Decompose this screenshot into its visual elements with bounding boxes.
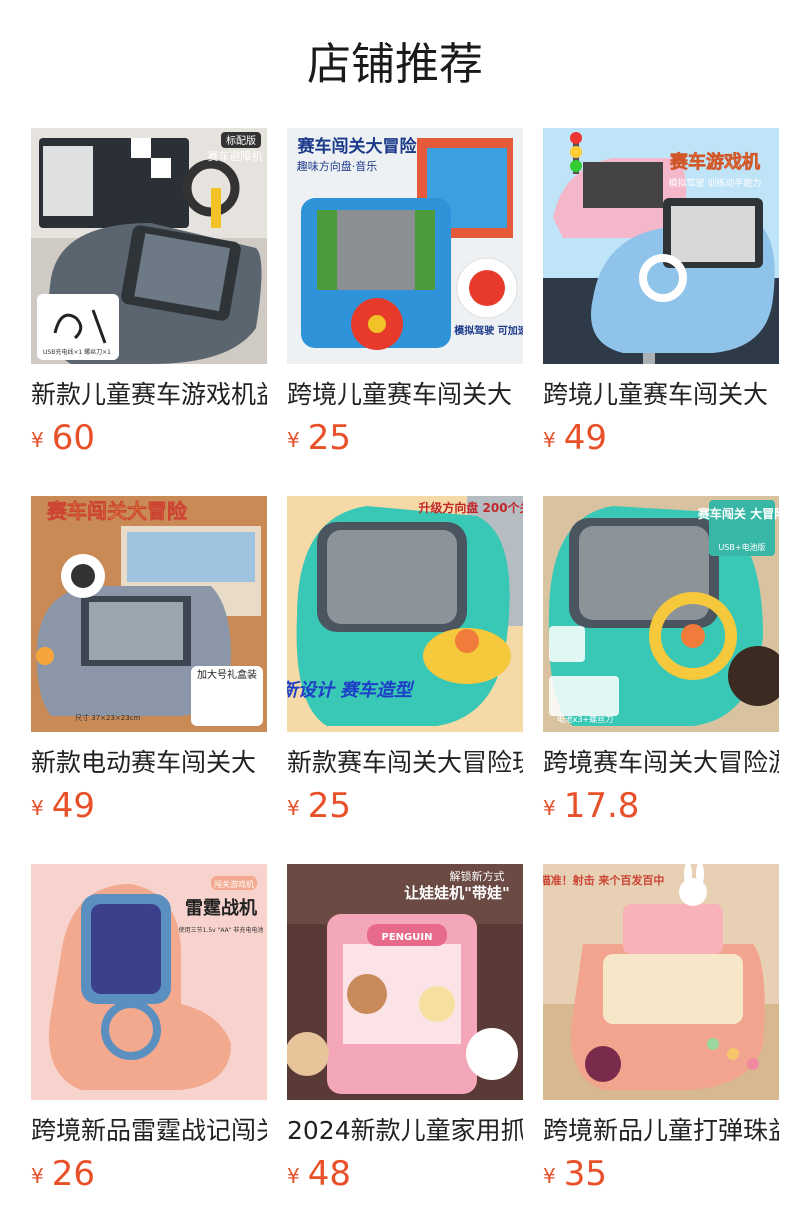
product-subtitle: 模拟驾驶 训练动手能力 — [669, 177, 762, 189]
currency-symbol: ¥ — [543, 796, 556, 820]
product-card[interactable]: 解锁新方式 让娃娃机"带娃" PENGUIN 2024新款儿童家用抓 ¥48 — [287, 864, 523, 1200]
product-note: 使用三节1.5v "AA" 非充电电池 — [179, 926, 264, 934]
product-card[interactable]: 赛车游戏机 模拟驾驶 训练动手能力 跨境儿童赛车闯关大 ¥49 — [543, 128, 779, 464]
price-amount: 26 — [51, 1154, 95, 1194]
price-amount: 60 — [51, 418, 95, 458]
product-name[interactable]: 新款电动赛车闯关大 — [31, 746, 267, 780]
product-badge: 赛车闯关 大冒险 — [697, 506, 779, 521]
currency-symbol: ¥ — [287, 428, 300, 452]
product-badge: 赛车游戏机 — [669, 151, 760, 173]
product-note: 尺寸 37×23×23cm — [75, 713, 141, 722]
currency-symbol: ¥ — [287, 1164, 300, 1188]
product-price: ¥35 — [543, 1154, 779, 1194]
price-amount: 25 — [307, 418, 351, 458]
currency-symbol: ¥ — [31, 796, 44, 820]
product-badge: 赛车闯关大冒险 — [46, 499, 188, 523]
product-image[interactable]: 标配版 赛车避障机 USB充电线×1 螺丝刀×1 — [31, 128, 267, 364]
product-card[interactable]: 升级方向盘 200个关卡 全新设计 赛车造型 新款赛车闯关大冒险玩 ¥25 — [287, 496, 523, 832]
currency-symbol: ¥ — [31, 428, 44, 452]
price-amount: 49 — [563, 418, 607, 458]
product-note: PENGUIN — [382, 932, 433, 943]
currency-symbol: ¥ — [287, 796, 300, 820]
product-image[interactable]: 精准瞄准！射击 来个百发百中 — [543, 864, 779, 1100]
product-card[interactable]: 赛车闯关大冒险 加大号礼盒装 尺寸 37×23×23cm 新款电动赛车闯关大 ¥… — [31, 496, 267, 832]
product-price: ¥49 — [543, 418, 779, 458]
product-card[interactable]: 精准瞄准！射击 来个百发百中 跨境新品儿童打弹珠益 ¥35 — [543, 864, 779, 1200]
product-badge: 标配版 — [226, 134, 256, 147]
product-image[interactable]: 升级方向盘 200个关卡 全新设计 赛车造型 — [287, 496, 523, 732]
product-name[interactable]: 跨境新品儿童打弹珠益 — [543, 1114, 779, 1148]
product-price: ¥25 — [287, 418, 523, 458]
product-image[interactable]: 赛车闯关大冒险 趣味方向盘·音乐 模拟驾驶 可加速 — [287, 128, 523, 364]
product-image[interactable]: 赛车闯关大冒险 加大号礼盒装 尺寸 37×23×23cm — [31, 496, 267, 732]
price-amount: 49 — [51, 786, 95, 826]
price-amount: 48 — [307, 1154, 351, 1194]
currency-symbol: ¥ — [543, 428, 556, 452]
product-price: ¥25 — [287, 786, 523, 826]
product-price: ¥26 — [31, 1154, 267, 1194]
section-title: 店铺推荐 — [307, 39, 483, 90]
product-card[interactable]: 赛车闯关 大冒险 USB+电池版 电池x3+螺丝刀 跨境赛车闯关大冒险游 ¥17… — [543, 496, 779, 832]
currency-symbol: ¥ — [543, 1164, 556, 1188]
product-image[interactable]: 赛车闯关 大冒险 USB+电池版 电池x3+螺丝刀 — [543, 496, 779, 732]
product-price: ¥48 — [287, 1154, 523, 1194]
product-subtitle: 让娃娃机"带娃" — [404, 884, 510, 902]
product-card[interactable]: 闯关游戏机 雷霆战机 使用三节1.5v "AA" 非充电电池 跨境新品雷霆战记闯… — [31, 864, 267, 1200]
price-amount: 17.8 — [563, 786, 640, 826]
product-card[interactable]: 标配版 赛车避障机 USB充电线×1 螺丝刀×1 新款儿童赛车游戏机益智 ¥60 — [31, 128, 267, 464]
product-note: USB充电线×1 螺丝刀×1 — [43, 348, 111, 356]
product-image[interactable]: 赛车游戏机 模拟驾驶 训练动手能力 — [543, 128, 779, 364]
product-subtitle: 趣味方向盘·音乐 — [297, 159, 378, 173]
product-price: ¥60 — [31, 418, 267, 458]
product-image[interactable]: 闯关游戏机 雷霆战机 使用三节1.5v "AA" 非充电电池 — [31, 864, 267, 1100]
product-name[interactable]: 跨境儿童赛车闯关大 — [543, 378, 779, 412]
product-badge: 升级方向盘 200个关卡 — [418, 500, 523, 515]
price-amount: 35 — [563, 1154, 607, 1194]
product-badge: 赛车闯关大冒险 — [297, 136, 418, 157]
product-name[interactable]: 跨境新品雷霆战记闯关 — [31, 1114, 267, 1148]
product-note: 模拟驾驶 可加速 — [454, 324, 523, 337]
currency-symbol: ¥ — [31, 1164, 44, 1188]
product-subtitle: 赛车避障机 — [208, 149, 263, 163]
product-note: 电池x3+螺丝刀 — [557, 714, 614, 724]
product-name[interactable]: 2024新款儿童家用抓 — [287, 1114, 523, 1148]
product-name[interactable]: 新款赛车闯关大冒险玩 — [287, 746, 523, 780]
product-subtitle: USB+电池版 — [718, 542, 765, 552]
product-name[interactable]: 跨境儿童赛车闯关大 — [287, 378, 523, 412]
product-badge: 解锁新方式 — [450, 869, 505, 883]
product-card[interactable]: 赛车闯关大冒险 趣味方向盘·音乐 模拟驾驶 可加速 跨境儿童赛车闯关大 ¥25 — [287, 128, 523, 464]
product-price: ¥49 — [31, 786, 267, 826]
price-amount: 25 — [307, 786, 351, 826]
product-badge: 闯关游戏机 — [214, 879, 254, 889]
product-name[interactable]: 跨境赛车闯关大冒险游 — [543, 746, 779, 780]
product-price: ¥17.8 — [543, 786, 779, 826]
product-badge: 精准瞄准！射击 来个百发百中 — [543, 873, 664, 887]
product-subtitle: 雷霆战机 — [185, 898, 257, 919]
product-subtitle: 全新设计 赛车造型 — [287, 680, 415, 701]
product-image[interactable]: 解锁新方式 让娃娃机"带娃" PENGUIN — [287, 864, 523, 1100]
product-name[interactable]: 新款儿童赛车游戏机益智 — [31, 378, 267, 412]
product-subtitle: 加大号礼盒装 — [197, 668, 257, 681]
